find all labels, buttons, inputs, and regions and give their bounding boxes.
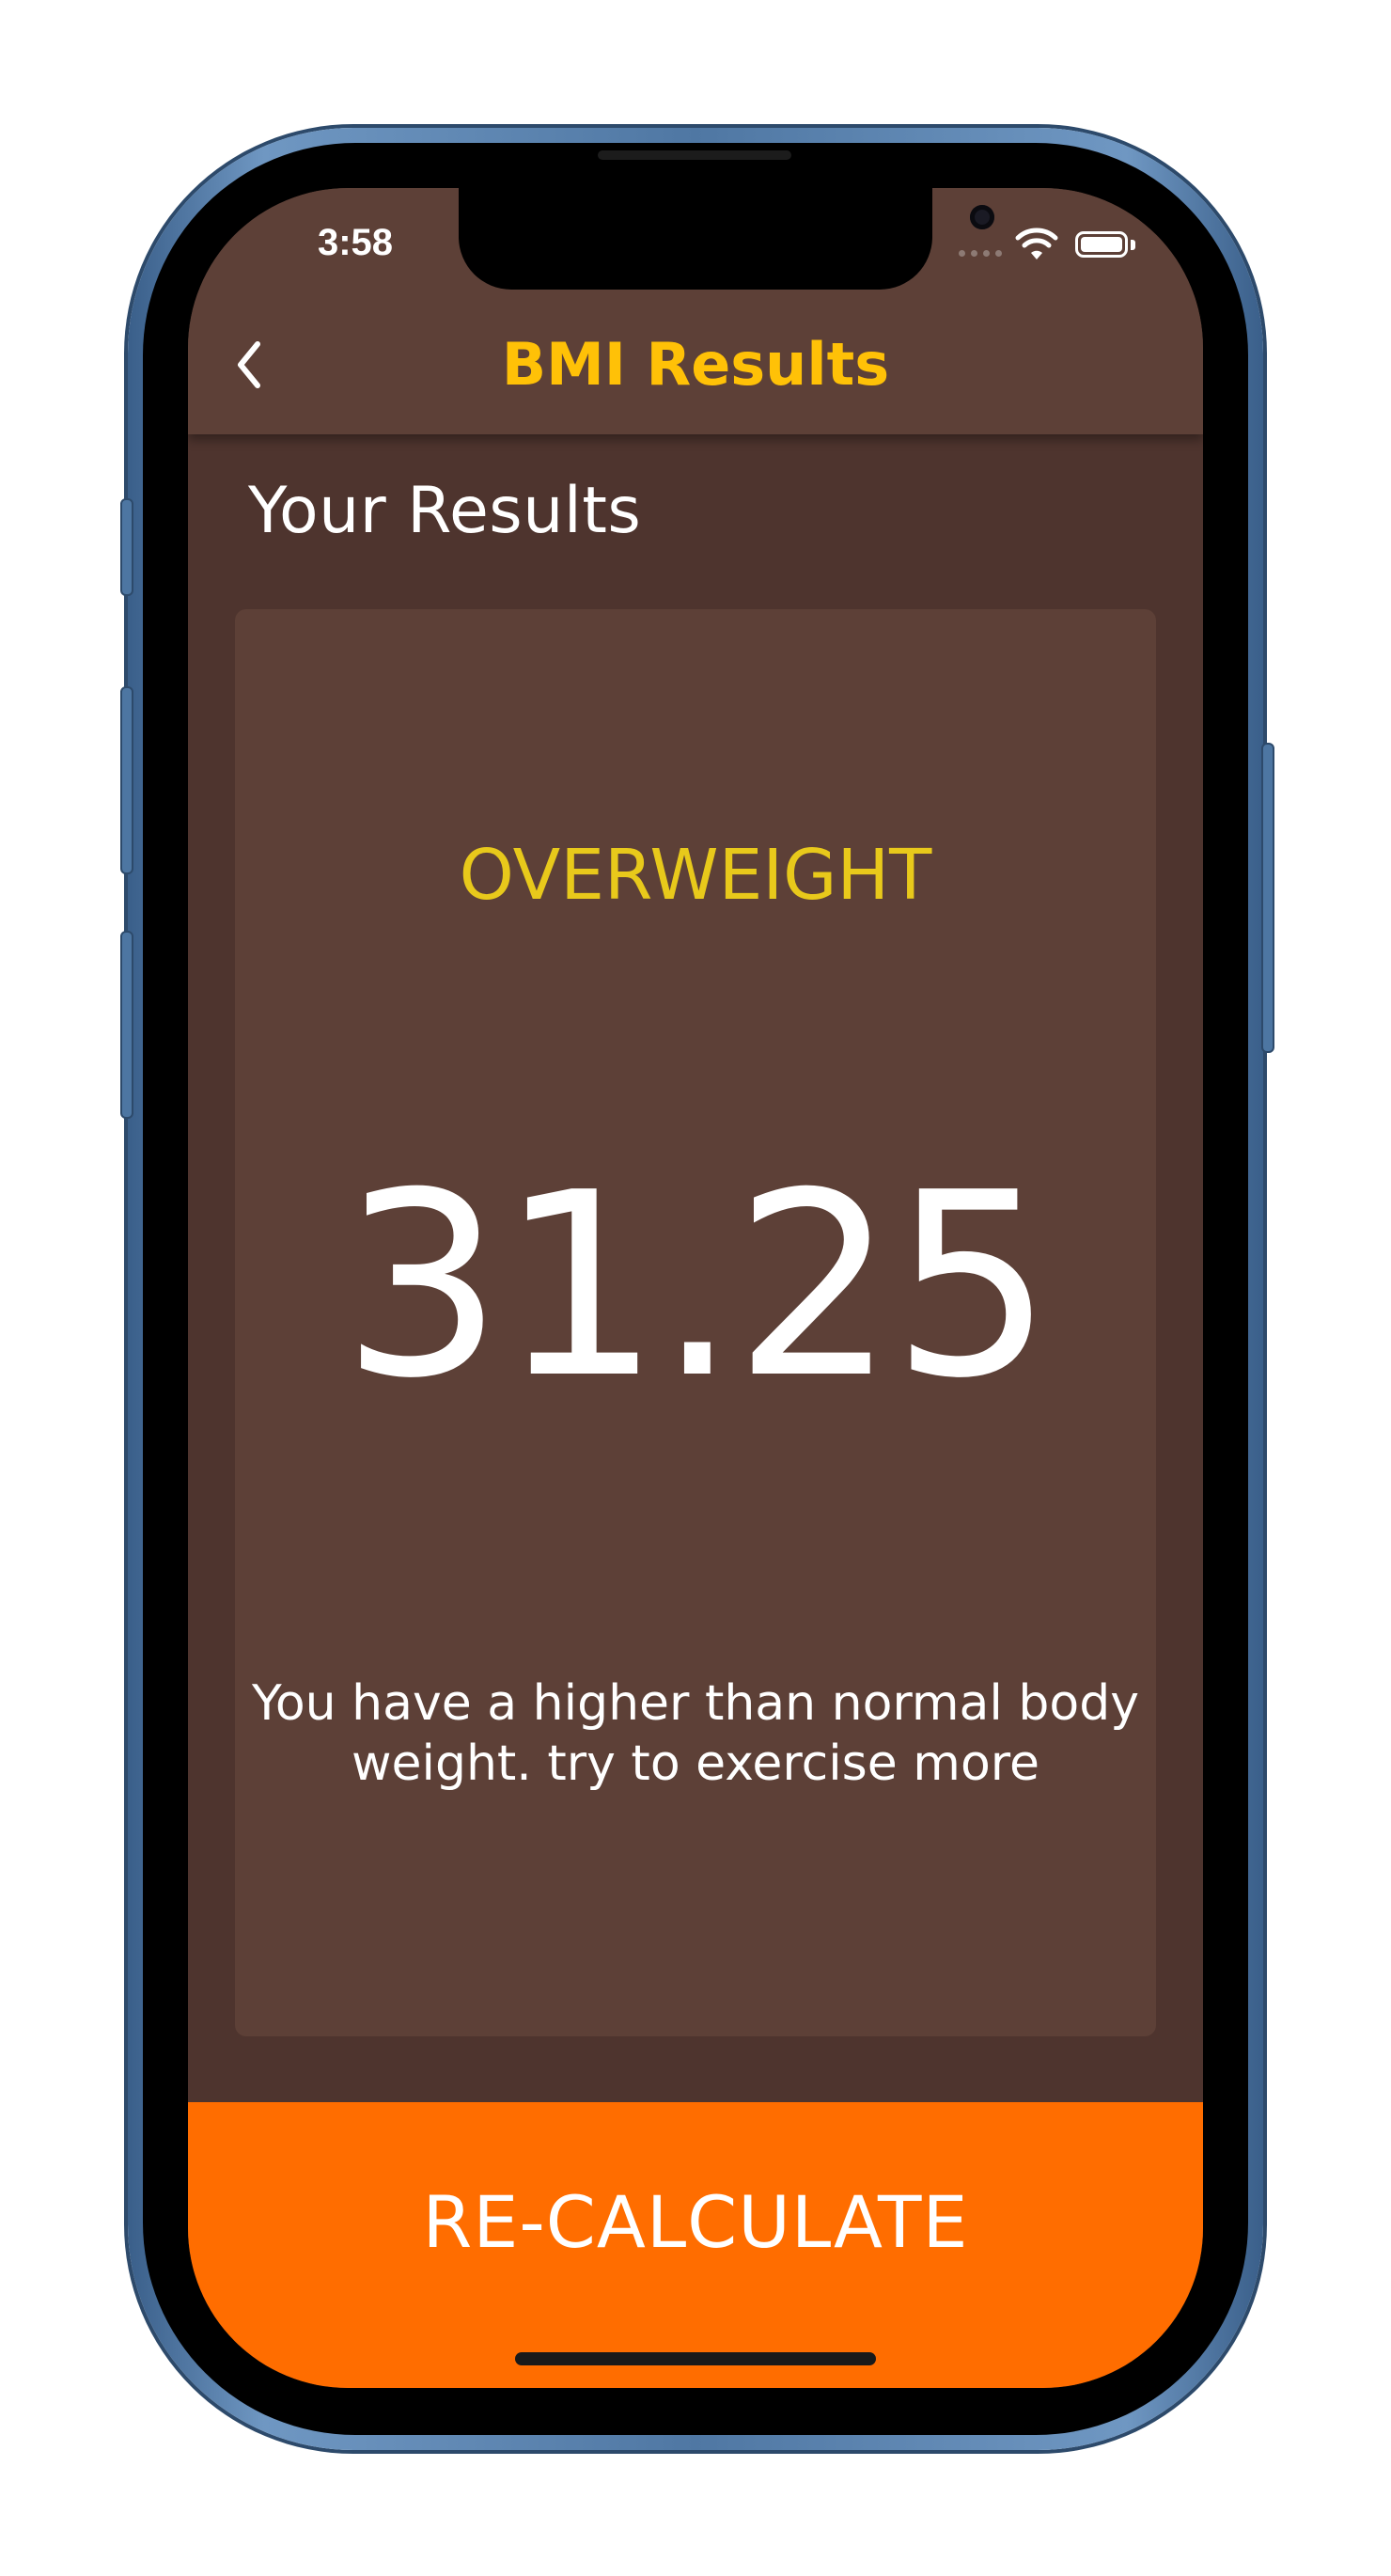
battery-level [1081, 237, 1122, 252]
phone-screen: BMI Results 3:58 Your Results OVERWEIGHT… [188, 188, 1203, 2388]
result-card: OVERWEIGHT 31.25 You have a higher than … [235, 609, 1156, 2036]
bmi-value: 31.25 [341, 1138, 1054, 1434]
page-title: BMI Results [501, 330, 890, 399]
bmi-category: OVERWEIGHT [459, 835, 932, 916]
bmi-message: You have a higher than normal body weigh… [252, 1675, 1139, 1792]
home-indicator[interactable] [515, 2352, 876, 2365]
wifi-icon [1015, 228, 1058, 259]
front-camera [970, 205, 994, 229]
volume-down-button [120, 931, 133, 1119]
battery-icon [1075, 231, 1128, 258]
battery-cap [1131, 240, 1135, 250]
results-heading: Your Results [248, 474, 642, 548]
power-button [1261, 743, 1274, 1053]
earpiece-speaker [598, 150, 791, 160]
cellular-signal-icon [959, 250, 1002, 257]
notch [459, 188, 994, 290]
chevron-left-icon [238, 341, 260, 388]
volume-up-button [120, 686, 133, 874]
back-button[interactable] [216, 329, 282, 401]
silent-switch [120, 498, 133, 596]
recalculate-button[interactable]: RE-CALCULATE [188, 2102, 1203, 2388]
recalculate-label: RE-CALCULATE [422, 2180, 969, 2264]
status-time: 3:58 [317, 222, 394, 263]
